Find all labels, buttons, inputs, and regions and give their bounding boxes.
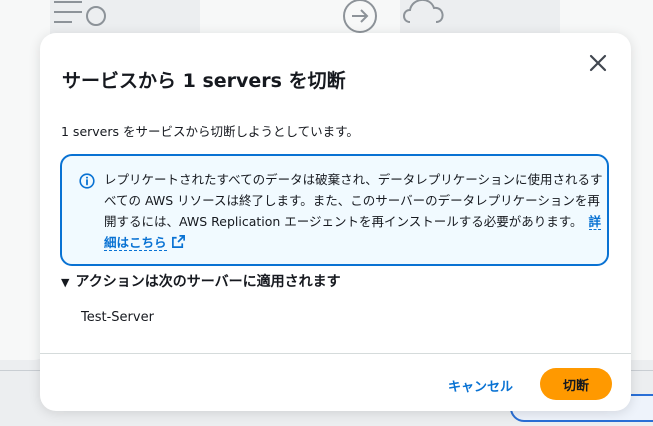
alert-message: レプリケートされたすべてのデータは破棄され、データレプリケーションに使用されるす…	[104, 169, 604, 253]
disconnect-modal: サービスから 1 servers を切断 1 servers をサービスから切断…	[40, 33, 631, 411]
modal-description: 1 servers をサービスから切断しようとしています。	[61, 124, 359, 139]
info-icon	[79, 173, 95, 189]
cloud-icon	[403, 0, 444, 23]
disconnect-button[interactable]: 切断	[540, 368, 612, 400]
alert-text: レプリケートされたすべてのデータは破棄され、データレプリケーションに使用されるす…	[104, 172, 603, 229]
expander-label: アクションは次のサーバーに適用されます	[75, 274, 341, 290]
info-alert: レプリケートされたすべてのデータは破棄され、データレプリケーションに使用されるす…	[60, 154, 609, 266]
close-button[interactable]	[586, 51, 610, 75]
close-icon	[589, 54, 607, 72]
cancel-button[interactable]: キャンセル	[440, 371, 521, 399]
server-list-item: Test-Server	[81, 310, 154, 325]
settings-list-icon	[54, 1, 106, 26]
modal-title: サービスから 1 servers を切断	[62, 70, 346, 92]
affected-servers-expander[interactable]: ▼ アクションは次のサーバーに適用されます	[61, 271, 341, 291]
external-link-icon	[171, 235, 185, 248]
footer-divider	[40, 353, 631, 354]
caret-down-icon: ▼	[61, 276, 70, 289]
